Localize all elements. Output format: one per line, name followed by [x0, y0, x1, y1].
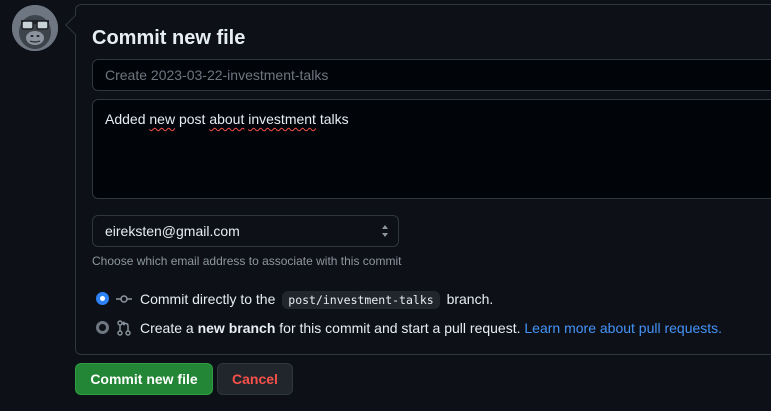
- commit-directly-text: Commit directly to the: [140, 291, 276, 307]
- commit-directly-suffix: branch.: [446, 291, 494, 307]
- new-branch-bold: new branch: [197, 320, 276, 336]
- pull-requests-help-link[interactable]: Learn more about pull requests.: [524, 320, 722, 336]
- select-arrows-icon: [382, 225, 388, 237]
- description-word: about: [209, 111, 245, 127]
- form-title: Commit new file: [92, 27, 246, 49]
- new-branch-label[interactable]: Create a new branch for this commit and …: [140, 320, 722, 336]
- description-word: post: [178, 111, 206, 127]
- user-avatar[interactable]: [12, 5, 58, 51]
- description-word: Added: [105, 111, 146, 127]
- new-branch-text: Create a: [140, 320, 194, 336]
- description-word: new: [149, 111, 176, 127]
- branch-name-code: post/investment-talks: [282, 291, 440, 309]
- radio-commit-directly[interactable]: [96, 292, 109, 305]
- git-commit-icon: [116, 295, 132, 303]
- email-select-value: eireksten@gmail.com: [105, 223, 240, 239]
- cancel-button[interactable]: Cancel: [217, 363, 293, 395]
- git-pull-request-icon: [117, 320, 131, 336]
- email-select[interactable]: eireksten@gmail.com: [92, 215, 399, 247]
- description-word: talks: [319, 111, 349, 127]
- commit-description-textarea[interactable]: Added new post about investment talks: [92, 99, 771, 199]
- commit-directly-label[interactable]: Commit directly to the post/investment-t…: [140, 291, 494, 309]
- commit-summary-input[interactable]: [92, 59, 771, 91]
- email-hint: Choose which email address to associate …: [92, 254, 402, 268]
- description-word: investment: [248, 111, 316, 127]
- gorilla-avatar-icon: [12, 5, 58, 51]
- new-branch-suffix: for this commit and start a pull request…: [279, 320, 521, 336]
- commit-new-file-button[interactable]: Commit new file: [75, 363, 213, 395]
- radio-new-branch[interactable]: [96, 321, 109, 334]
